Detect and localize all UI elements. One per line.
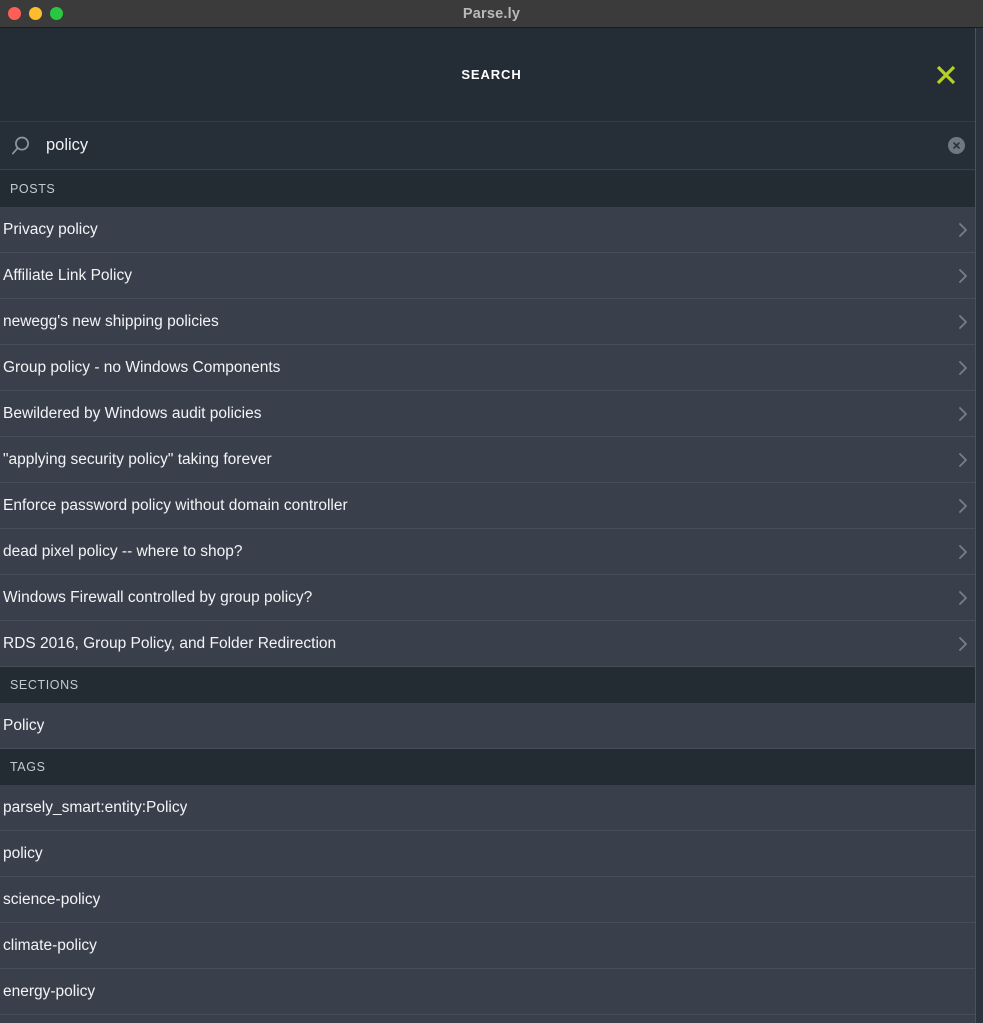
result-row[interactable]: Group policy - no Windows Components bbox=[0, 345, 983, 391]
result-row[interactable]: Affiliate Link Policy bbox=[0, 253, 983, 299]
result-row-label: science-policy bbox=[3, 890, 101, 908]
result-row[interactable]: Policy bbox=[0, 703, 983, 749]
maximize-window-button[interactable] bbox=[50, 7, 63, 20]
search-header: SEARCH bbox=[0, 28, 983, 122]
result-row[interactable]: dead pixel policy -- where to shop? bbox=[0, 529, 983, 575]
result-row[interactable]: Enforce password policy without domain c… bbox=[0, 483, 983, 529]
result-row-label: RDS 2016, Group Policy, and Folder Redir… bbox=[3, 634, 337, 652]
result-row-label: "applying security policy" taking foreve… bbox=[3, 450, 272, 468]
chevron-right-icon bbox=[957, 590, 969, 606]
result-row[interactable]: parsely_smart:entity:Policy bbox=[0, 785, 983, 831]
chevron-right-icon bbox=[957, 636, 969, 652]
search-header-title: SEARCH bbox=[461, 67, 522, 82]
result-row-label: parsely_smart:entity:Policy bbox=[3, 798, 188, 816]
result-row-label: climate-policy bbox=[3, 936, 97, 954]
minimize-window-button[interactable] bbox=[29, 7, 42, 20]
result-row-label: Bewildered by Windows audit policies bbox=[3, 404, 262, 422]
section-header: POSTS bbox=[0, 171, 983, 207]
search-results-list[interactable]: POSTS Privacy policy Affiliate Link Policy… bbox=[0, 171, 983, 1023]
chevron-right-icon bbox=[957, 406, 969, 422]
result-row[interactable]: Bewildered by Windows audit policies bbox=[0, 391, 983, 437]
search-input-row[interactable] bbox=[0, 122, 983, 170]
result-row[interactable]: Privacy policy bbox=[0, 207, 983, 253]
result-row-label: policy bbox=[3, 844, 43, 862]
result-row[interactable]: science-policy bbox=[0, 877, 983, 923]
window-title: Parse.ly bbox=[462, 5, 521, 22]
close-window-button[interactable] bbox=[8, 7, 21, 20]
chevron-right-icon bbox=[957, 498, 969, 514]
result-row[interactable]: policy bbox=[0, 831, 983, 877]
result-row[interactable]: newegg's new shipping policies bbox=[0, 299, 983, 345]
chevron-right-icon bbox=[957, 314, 969, 330]
search-input[interactable] bbox=[46, 136, 948, 155]
clear-search-button[interactable] bbox=[948, 137, 965, 154]
section-header: TAGS bbox=[0, 749, 983, 785]
window-titlebar: Parse.ly bbox=[0, 0, 983, 28]
section-header: SECTIONS bbox=[0, 667, 983, 703]
chevron-right-icon bbox=[957, 268, 969, 284]
result-row-label: newegg's new shipping policies bbox=[3, 312, 219, 330]
result-row[interactable]: RDS 2016, Group Policy, and Folder Redir… bbox=[0, 621, 983, 667]
result-row-label: energy-policy bbox=[3, 982, 96, 1000]
parsely-search-window: Parse.ly SEARCH POSTS Privacy policy Affil… bbox=[0, 0, 983, 1023]
chevron-right-icon bbox=[957, 360, 969, 376]
search-icon bbox=[10, 135, 32, 157]
result-row-label: Policy bbox=[3, 716, 45, 734]
result-row-label: Group policy - no Windows Components bbox=[3, 358, 281, 376]
result-row-label: Affiliate Link Policy bbox=[3, 266, 132, 284]
result-row-label: Enforce password policy without domain c… bbox=[3, 496, 348, 514]
clear-circle-icon bbox=[953, 142, 960, 149]
result-row[interactable]: climate-policy bbox=[0, 923, 983, 969]
close-search-button[interactable] bbox=[931, 60, 961, 90]
close-x-icon bbox=[936, 65, 956, 84]
chevron-right-icon bbox=[957, 544, 969, 560]
result-row[interactable]: "applying security policy" taking foreve… bbox=[0, 437, 983, 483]
chevron-right-icon bbox=[957, 222, 969, 238]
result-row[interactable]: Windows Firewall controlled by group pol… bbox=[0, 575, 983, 621]
result-row[interactable]: energy-policy bbox=[0, 969, 983, 1015]
result-row-label: Privacy policy bbox=[3, 220, 98, 238]
result-row-label: Windows Firewall controlled by group pol… bbox=[3, 588, 313, 606]
result-row-label: dead pixel policy -- where to shop? bbox=[3, 542, 243, 560]
chevron-right-icon bbox=[957, 452, 969, 468]
window-controls bbox=[0, 7, 63, 20]
